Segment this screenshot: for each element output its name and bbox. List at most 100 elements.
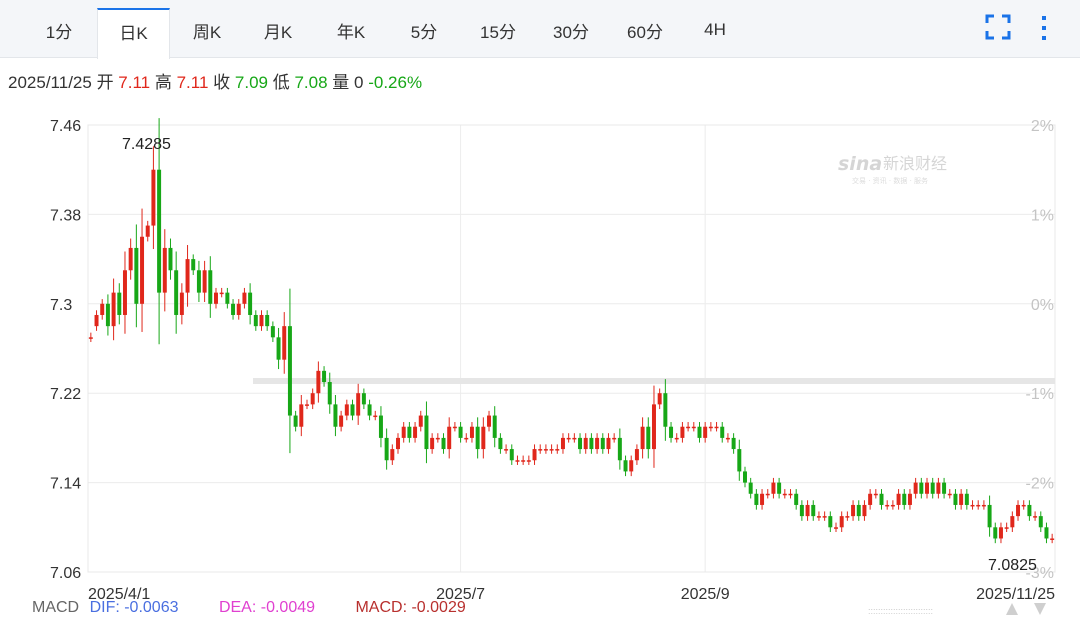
candle-body xyxy=(231,303,236,315)
candle-body xyxy=(993,527,998,539)
candle-body xyxy=(333,404,338,427)
candle-body xyxy=(811,504,816,517)
svg-text:sina: sina xyxy=(838,153,882,175)
candle-body xyxy=(845,516,850,518)
macd-title: MACD xyxy=(32,599,80,616)
candle-body xyxy=(930,482,935,494)
candle-body xyxy=(651,404,656,450)
svg-text:::::::::::::::::::::::::::: :::::::::::::::::::::::::: xyxy=(868,606,933,616)
candle-body xyxy=(754,493,759,505)
candle-body xyxy=(612,437,617,440)
candle-body xyxy=(856,504,861,517)
candle-body xyxy=(953,493,958,505)
candle-body xyxy=(521,460,526,462)
candle-body xyxy=(344,404,349,416)
scroll-up-arrow-icon[interactable] xyxy=(1006,603,1018,615)
candle-body xyxy=(714,426,719,429)
scroll-arrows[interactable]: :::::::::::::::::::::::::: xyxy=(868,603,1046,616)
candle-body xyxy=(657,393,662,405)
candle-body xyxy=(725,437,730,440)
candle-body xyxy=(834,527,838,529)
candle-body xyxy=(959,493,964,505)
candle-body xyxy=(691,426,696,429)
candle-body xyxy=(623,460,628,472)
candle-body xyxy=(919,482,924,494)
candle-body xyxy=(248,292,253,315)
candle-body xyxy=(236,303,241,315)
candle-body xyxy=(191,259,196,271)
candle-body xyxy=(88,337,93,339)
candle-body xyxy=(299,404,304,427)
candle-body xyxy=(851,504,856,517)
candle-body xyxy=(1004,527,1009,529)
macd-legend: MACD DIF: -0.0063 DEA: -0.0049 MACD: -0.… xyxy=(32,599,466,617)
candlestick-chart[interactable]: 7.467.387.37.227.147.06 2%1%0%-1%-2%-3% … xyxy=(0,0,1080,626)
candle-body xyxy=(134,247,139,304)
price-tick-label: 7.38 xyxy=(50,207,81,224)
candle-body xyxy=(890,504,895,507)
candle-body xyxy=(925,482,930,494)
candle-body xyxy=(578,437,583,450)
candle-body xyxy=(720,426,725,438)
candle-body xyxy=(441,437,446,450)
candle-body xyxy=(902,493,907,505)
candle-body xyxy=(1033,516,1038,518)
candle-body xyxy=(617,437,622,461)
scroll-down-arrow-icon[interactable] xyxy=(1034,603,1046,615)
candle-body xyxy=(788,493,793,496)
candle-body xyxy=(771,482,776,494)
candle-body xyxy=(487,415,492,427)
candle-body xyxy=(509,449,514,461)
candle-body xyxy=(265,314,270,327)
candle-body xyxy=(976,504,981,507)
candle-body xyxy=(322,370,327,383)
candle-body xyxy=(225,292,230,304)
candle-body xyxy=(646,426,651,450)
candle-body xyxy=(418,415,423,427)
candle-body xyxy=(634,449,639,461)
candle-body xyxy=(777,482,782,494)
candle-body xyxy=(122,270,127,315)
candle-body xyxy=(253,314,258,327)
candle-body xyxy=(942,482,947,494)
candle-body xyxy=(964,493,969,505)
candle-body xyxy=(316,370,321,394)
candle-body xyxy=(492,415,497,438)
candle-body xyxy=(475,426,480,450)
candle-body xyxy=(185,259,190,293)
candle-body xyxy=(424,415,429,450)
candle-body xyxy=(1050,538,1055,540)
candle-body xyxy=(794,493,799,505)
price-tick-label: 7.3 xyxy=(50,297,72,314)
candle-body xyxy=(987,504,992,528)
candle-body xyxy=(595,437,600,450)
candle-body xyxy=(532,449,537,461)
candle-body xyxy=(799,504,804,517)
candle-body xyxy=(458,426,463,438)
candle-body xyxy=(981,504,986,507)
candle-body xyxy=(213,292,218,304)
candle-body xyxy=(680,426,685,438)
candle-body xyxy=(111,292,116,327)
candle-body xyxy=(743,471,747,483)
candle-body xyxy=(731,437,736,450)
candle-body xyxy=(839,516,844,528)
high-annotation: 7.4285 xyxy=(122,136,171,153)
candle-body xyxy=(276,337,281,360)
candle-body xyxy=(947,493,952,496)
candle-body xyxy=(157,169,162,293)
candle-body xyxy=(640,426,645,450)
dif-value: DIF: -0.0063 xyxy=(89,599,179,616)
candle-body xyxy=(117,292,122,315)
candle-body xyxy=(208,270,213,304)
candle-body xyxy=(970,504,975,507)
candle-body xyxy=(151,169,156,226)
candle-body xyxy=(572,437,577,440)
candle-body xyxy=(560,437,565,450)
candle-body xyxy=(1016,504,1021,517)
low-annotation: 7.0825 xyxy=(988,557,1037,574)
svg-text:新浪财经: 新浪财经 xyxy=(883,154,947,173)
candle-body xyxy=(174,270,179,315)
candle-body xyxy=(566,437,571,440)
candle-body xyxy=(162,247,167,293)
